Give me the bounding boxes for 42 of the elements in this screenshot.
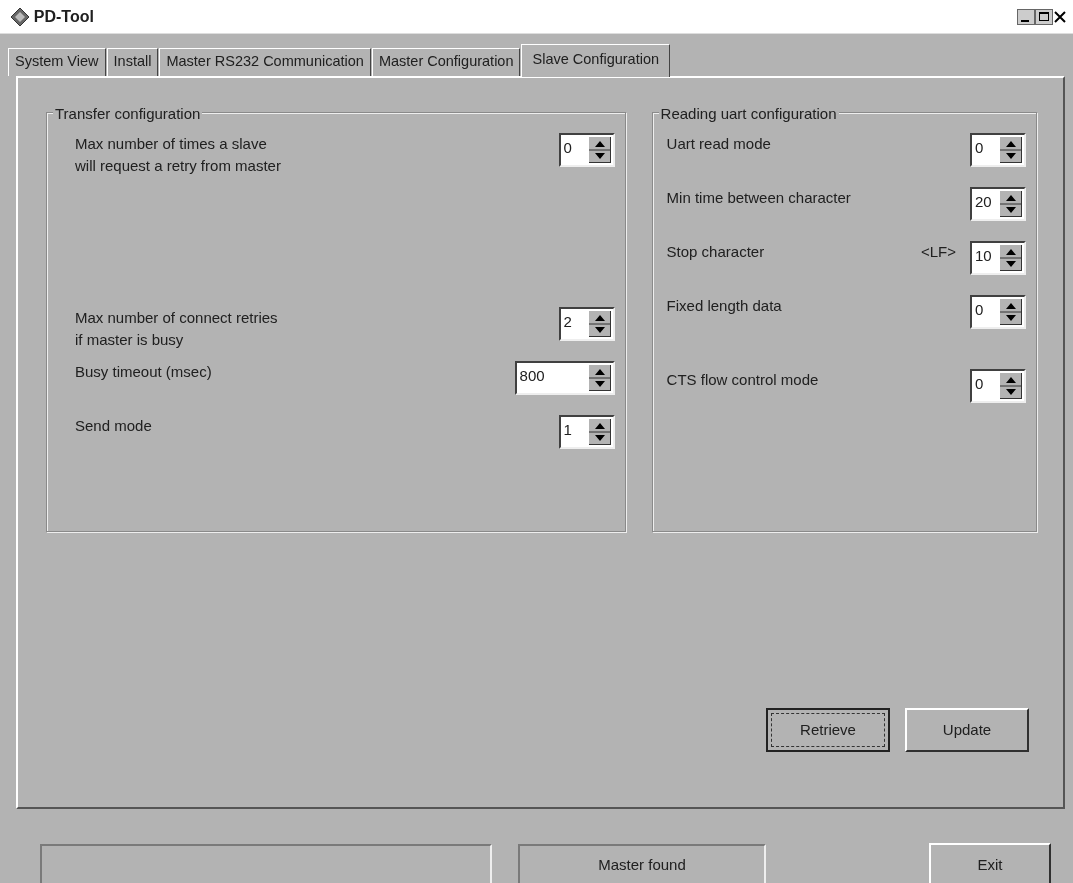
spin-field[interactable]: 20 <box>970 187 1026 221</box>
spin-arrows-icon[interactable] <box>1000 137 1022 163</box>
dialog-button[interactable]: Retrieve <box>766 708 890 752</box>
spin-field[interactable]: 0 <box>558 133 615 167</box>
window-title: PD-Tool <box>33 6 94 27</box>
maximize-icon[interactable] <box>1035 8 1053 25</box>
spin-arrows-icon[interactable] <box>588 419 611 445</box>
diamond-icon <box>10 6 30 27</box>
spin-arrows-icon[interactable] <box>1000 191 1022 217</box>
field-label: Send mode <box>75 416 152 436</box>
minimize-icon[interactable] <box>1017 8 1035 25</box>
spin-field[interactable]: 800 <box>514 361 615 395</box>
spin-arrows-icon[interactable] <box>1000 373 1022 399</box>
spin-field[interactable]: 0 <box>970 295 1026 329</box>
spin-field[interactable]: 1 <box>558 415 615 449</box>
spin-arrows-icon[interactable] <box>588 137 611 163</box>
spin-field[interactable]: 10 <box>970 241 1026 275</box>
field-label: CTS flow control mode <box>666 370 819 390</box>
spin-arrows-icon[interactable] <box>588 311 611 337</box>
spin-field[interactable]: 0 <box>970 133 1026 167</box>
field-label: Fixed length data <box>666 296 782 316</box>
close-icon[interactable] <box>1053 8 1067 25</box>
field-note: <LF> <box>920 242 956 262</box>
field-label: Busy timeout (msec) <box>75 362 212 382</box>
spin-arrows-icon[interactable] <box>1000 299 1022 325</box>
field-label: Min time between character <box>666 188 851 208</box>
field-label: Stop character <box>666 242 765 262</box>
tab[interactable]: System View <box>8 48 106 76</box>
spin-arrows-icon[interactable] <box>1000 245 1022 271</box>
field-label: Uart read mode <box>666 134 771 154</box>
spin-field[interactable]: 2 <box>558 307 615 341</box>
exit-button[interactable]: Exit <box>929 843 1051 883</box>
dialog-button[interactable]: Update <box>905 708 1029 752</box>
spin-arrows-icon[interactable] <box>588 365 611 391</box>
tab[interactable]: Master RS232 Communication <box>159 48 371 76</box>
status-field: Master found <box>518 844 766 883</box>
field-label: Max number of connect retries if master is busy <box>75 308 278 350</box>
tab[interactable]: Slave Configuration <box>521 44 671 77</box>
tab[interactable]: Master Configuration <box>371 48 521 76</box>
spin-field[interactable]: 0 <box>970 369 1026 403</box>
field-label: Max number of times a slave will request a retry from master <box>75 134 281 176</box>
tab[interactable]: Install <box>106 48 159 76</box>
